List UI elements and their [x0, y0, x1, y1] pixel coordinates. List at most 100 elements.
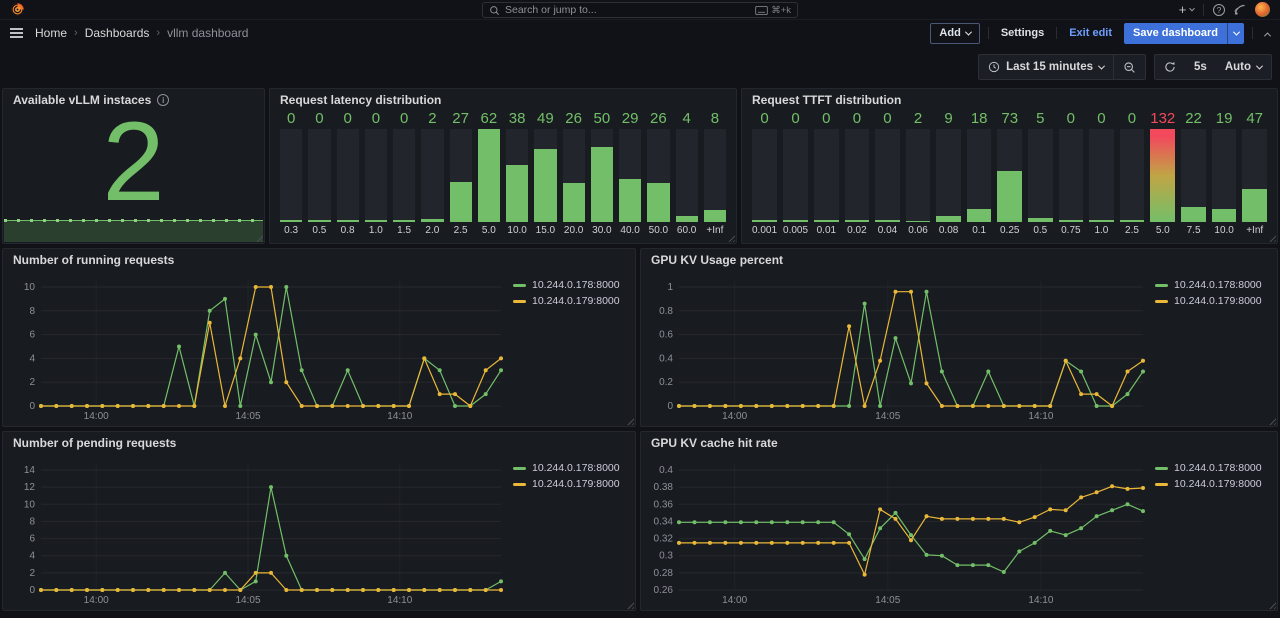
breadcrumb-dashboards[interactable]: Dashboards [85, 26, 150, 40]
bar-category-label: 0.1 [967, 225, 992, 238]
data-point [785, 520, 789, 524]
bar-fill [647, 183, 669, 222]
data-point [284, 380, 288, 384]
data-point [940, 370, 944, 374]
data-point [971, 404, 975, 408]
data-point [453, 404, 457, 408]
panel-pending-requests: Number of pending requests 0246810121414… [2, 431, 636, 611]
bar-fill [421, 219, 443, 222]
add-new-button[interactable]: + [1179, 2, 1194, 17]
menu-toggle-icon[interactable] [10, 28, 23, 38]
bar-track [534, 129, 556, 222]
data-point [1095, 490, 1099, 494]
panel-resize-handle[interactable] [625, 416, 634, 425]
settings-button[interactable]: Settings [997, 27, 1048, 39]
data-point [499, 588, 503, 592]
data-point [1095, 404, 1099, 408]
user-avatar[interactable] [1255, 2, 1270, 17]
legend-item[interactable]: 10.244.0.178:8000 [1155, 462, 1269, 474]
help-icon[interactable]: ? [1213, 4, 1225, 16]
bar-column: 00.5 [308, 110, 330, 238]
refresh-interval-label[interactable]: 5s [1185, 55, 1216, 79]
bar-value-label: 38 [506, 110, 528, 127]
global-search[interactable]: ⌘+k [482, 2, 798, 18]
legend-item[interactable]: 10.244.0.179:8000 [513, 478, 627, 490]
data-point [986, 563, 990, 567]
legend-item[interactable]: 10.244.0.179:8000 [1155, 478, 1269, 490]
data-point [100, 404, 104, 408]
bar-column: 1910.0 [1212, 110, 1237, 238]
data-point [863, 404, 867, 408]
breadcrumb-home[interactable]: Home [35, 26, 67, 40]
bar-category-label: 0.06 [906, 225, 931, 238]
bar-category-label: +Inf [704, 225, 726, 238]
bar-track [906, 129, 931, 222]
svg-text:14:05: 14:05 [875, 595, 900, 606]
data-point [1033, 515, 1037, 519]
panel-title[interactable]: GPU KV cache hit rate [651, 436, 1267, 450]
news-icon[interactable] [1234, 4, 1246, 16]
bar-category-label: 1.0 [1089, 225, 1114, 238]
data-point [346, 404, 350, 408]
time-range-picker[interactable]: Last 15 minutes [979, 55, 1113, 79]
legend-item[interactable]: 10.244.0.178:8000 [513, 279, 627, 291]
panel-resize-handle[interactable] [726, 233, 735, 242]
bar-track [845, 129, 870, 222]
legend-item[interactable]: 10.244.0.179:8000 [513, 295, 627, 307]
panel-title[interactable]: Request TTFT distribution [752, 93, 1267, 107]
refresh-button[interactable] [1155, 55, 1185, 79]
data-point [146, 404, 150, 408]
exit-edit-button[interactable]: Exit edit [1065, 27, 1116, 39]
svg-text:8: 8 [29, 306, 35, 317]
zoom-out-button[interactable] [1114, 55, 1145, 79]
panel-title[interactable]: GPU KV Usage percent [651, 253, 1267, 267]
panel-resize-handle[interactable] [625, 600, 634, 609]
panel-title[interactable]: Request latency distribution [280, 93, 726, 107]
auto-refresh-picker[interactable]: Auto [1216, 55, 1271, 79]
data-point [894, 517, 898, 521]
data-point [254, 579, 258, 583]
data-point [1017, 520, 1021, 524]
panel-resize-handle[interactable] [1267, 233, 1276, 242]
bar-category-label: 20.0 [563, 225, 585, 238]
data-point [847, 324, 851, 328]
data-point [499, 368, 503, 372]
bar-value-label: 0 [1120, 110, 1145, 127]
grid-lines [41, 281, 501, 406]
legend-item[interactable]: 10.244.0.178:8000 [1155, 279, 1269, 291]
collapse-toolbar-icon[interactable] [1265, 24, 1270, 42]
keyboard-icon [755, 6, 768, 15]
data-point [785, 404, 789, 408]
bar-column: 460.0 [676, 110, 698, 238]
data-point [162, 588, 166, 592]
divider [988, 27, 989, 39]
data-point [453, 392, 457, 396]
data-point [677, 541, 681, 545]
add-panel-button[interactable]: Add [930, 23, 979, 44]
search-input[interactable] [505, 4, 750, 16]
bar-value-label: 47 [1242, 110, 1267, 127]
legend-item[interactable]: 10.244.0.179:8000 [1155, 295, 1269, 307]
data-point [468, 588, 472, 592]
panel-title[interactable]: Number of pending requests [13, 436, 625, 450]
bar-fill [365, 220, 387, 222]
data-point [832, 541, 836, 545]
svg-text:0: 0 [29, 585, 35, 596]
save-dashboard-button[interactable]: Save dashboard [1124, 23, 1244, 44]
data-point [1002, 404, 1006, 408]
data-point [971, 517, 975, 521]
clock-icon [988, 61, 1000, 73]
panel-resize-handle[interactable] [1267, 600, 1276, 609]
panel-resize-handle[interactable] [1267, 416, 1276, 425]
bar-fill [967, 209, 992, 222]
bar-fill [280, 220, 302, 222]
legend-item[interactable]: 10.244.0.178:8000 [513, 462, 627, 474]
bar-column: 01.0 [1089, 110, 1114, 238]
bar-value-label: 0 [845, 110, 870, 127]
grafana-logo[interactable] [10, 2, 25, 17]
time-picker-group: Last 15 minutes [978, 54, 1146, 80]
data-point [315, 588, 319, 592]
bar-column: 47+Inf [1242, 110, 1267, 238]
legend-label: 10.244.0.178:8000 [532, 279, 620, 291]
panel-title[interactable]: Number of running requests [13, 253, 625, 267]
